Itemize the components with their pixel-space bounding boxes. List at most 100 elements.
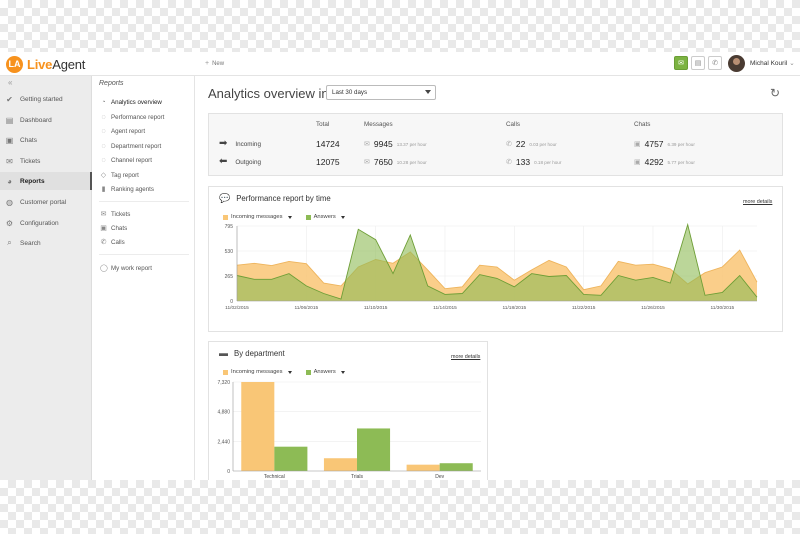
refresh-icon[interactable]: ↻ xyxy=(770,86,780,100)
subnav-item-my-work-report[interactable]: ◯ My work report xyxy=(100,264,152,273)
subnav-divider xyxy=(99,201,189,202)
pie-icon: ◔ xyxy=(101,99,106,106)
x-tick-label: 11/06/2015 xyxy=(295,305,319,311)
date-range-select[interactable]: Last 30 days xyxy=(326,85,436,100)
subnav-item-label: Department report xyxy=(111,143,162,150)
department-icon: ◌ xyxy=(101,143,106,150)
new-label: New xyxy=(212,60,225,67)
subnav-item-calls[interactable]: ✆ Calls xyxy=(100,238,125,247)
legend-incoming-label: Incoming messages xyxy=(231,369,283,375)
sidebar-item-label: Tickets xyxy=(20,157,41,165)
sidebar-item-label: Getting started xyxy=(20,95,63,103)
tag-icon: ◇ xyxy=(100,172,107,179)
y-tick-label: 0 xyxy=(227,469,230,475)
caret-icon xyxy=(340,370,345,374)
subnav-item-department-report[interactable]: ◌ Department report xyxy=(100,143,161,150)
incoming-row-label: ➡ Incoming xyxy=(219,139,261,149)
chat-icon: ▣ xyxy=(100,225,107,232)
y-tick-label: 795 xyxy=(225,224,234,230)
subnav-item-agent-report[interactable]: ◌ Agent report xyxy=(100,128,145,135)
phone-status-icon[interactable]: ✆ xyxy=(708,56,722,70)
department-title-text: By department xyxy=(234,348,285,358)
subnav-item-label: Chats xyxy=(111,224,128,232)
subnav-item-performance-report[interactable]: ◌ Performance report xyxy=(100,114,164,121)
subnav-item-label: Calls xyxy=(111,238,125,246)
sidebar-item-reports[interactable]: ◕ Reports xyxy=(0,172,92,190)
outgoing-calls: ✆ 133 0.18 per hour xyxy=(506,157,561,167)
subnav-item-label: Ranking agents xyxy=(111,185,154,193)
sidebar-item-configuration[interactable]: ⚙ Configuration xyxy=(0,214,92,232)
app-window: LA LiveAgent + New ✉ ▤ ✆ Michal Kouril ⌄ … xyxy=(0,52,800,480)
subnav-item-analytics-overview[interactable]: ◔ Analytics overview xyxy=(100,99,162,106)
x-tick-label: 11/22/2015 xyxy=(572,305,596,311)
incoming-chats-rate: 6.39 per hour xyxy=(667,141,695,147)
caret-icon xyxy=(287,215,292,219)
page-title: Analytics overview in xyxy=(208,86,329,101)
sidebar-item-chats[interactable]: ▣ Chats xyxy=(0,131,92,149)
sidebar-item-getting-started[interactable]: ✔ Getting started xyxy=(0,90,92,108)
mail-status-icon[interactable]: ✉ xyxy=(674,56,688,70)
main-content: Analytics overview in Last 30 days ↻ Tot… xyxy=(196,76,800,480)
subnav-item-ranking-agents[interactable]: ▮ Ranking agents xyxy=(100,185,154,194)
sidebar-item-label: Reports xyxy=(20,177,45,185)
sidebar-item-tickets[interactable]: ✉ Tickets xyxy=(0,152,92,170)
legend-swatch-answers xyxy=(305,369,311,375)
bar-technical-answers xyxy=(274,446,308,471)
message-icon: ✉ xyxy=(364,159,370,166)
legend-swatch-answers xyxy=(305,214,311,220)
logo[interactable]: LA LiveAgent xyxy=(6,55,85,73)
performance-panel: 💬 Performance report by time more details… xyxy=(208,186,783,332)
department-title: ▬ By department xyxy=(219,348,285,358)
chat-status-icon[interactable]: ▤ xyxy=(691,56,705,70)
subnav-item-label: Tag report xyxy=(111,171,139,179)
subnav-item-label: My work report xyxy=(111,264,152,272)
department-more-details-link[interactable]: more details xyxy=(451,354,480,360)
user-menu[interactable]: Michal Kouril ⌄ xyxy=(750,59,795,67)
subnav-item-chats[interactable]: ▣ Chats xyxy=(100,224,128,233)
total-header: Total xyxy=(316,121,330,128)
legend-answers[interactable]: Answers xyxy=(305,214,345,220)
avatar[interactable] xyxy=(728,55,745,72)
sidebar-item-search[interactable]: ⌕ Search xyxy=(0,234,92,252)
sidebar-item-label: Search xyxy=(20,239,41,247)
x-tick-label: Dev xyxy=(435,474,444,480)
performance-legend: Incoming messages Answers xyxy=(223,214,345,220)
subnav-item-tag-report[interactable]: ◇ Tag report xyxy=(100,171,139,180)
subnav-divider xyxy=(99,254,189,255)
new-button[interactable]: + New xyxy=(205,60,224,67)
outgoing-chats: ▣ 4292 5.77 per hour xyxy=(634,157,695,167)
main-sidebar: « ✔ Getting started ▤ Dashboard ▣ Chats ✉ Ti… xyxy=(0,76,92,480)
x-tick-label: 11/30/2015 xyxy=(711,305,735,311)
x-tick-label: 11/02/2015 xyxy=(225,305,249,311)
user-icon: ◯ xyxy=(100,265,108,272)
sidebar-item-dashboard[interactable]: ▤ Dashboard xyxy=(0,111,92,129)
gear-icon: ⚙ xyxy=(5,218,14,228)
incoming-chats: ▣ 4757 6.39 per hour xyxy=(634,139,695,149)
legend-answers[interactable]: Answers xyxy=(305,369,345,375)
legend-incoming[interactable]: Incoming messages xyxy=(223,369,292,375)
caret-icon xyxy=(287,370,292,374)
phone-icon: ✆ xyxy=(506,141,512,148)
sidebar-item-customer-portal[interactable]: ◍ Customer portal xyxy=(0,193,92,211)
y-tick-label: 0 xyxy=(230,299,233,305)
y-tick-label: 4,880 xyxy=(217,410,230,416)
subnav-item-channel-report[interactable]: ◌ Channel report xyxy=(100,157,152,164)
outgoing-messages-rate: 10.28 per hour xyxy=(396,159,427,165)
legend-incoming[interactable]: Incoming messages xyxy=(223,214,292,220)
subnav-item-tickets[interactable]: ✉ Tickets xyxy=(100,210,131,219)
subnav-title: Reports xyxy=(99,80,124,87)
legend-swatch-incoming xyxy=(223,214,228,220)
sidebar-item-label: Chats xyxy=(20,136,37,144)
department-panel: ▬ By department more details Incoming mes… xyxy=(208,341,488,480)
caret-icon xyxy=(340,215,345,219)
y-tick-label: 530 xyxy=(225,249,234,255)
date-range-value: Last 30 days xyxy=(332,89,368,96)
logo-brand-second: Agent xyxy=(52,56,86,72)
chat-icon: ▣ xyxy=(634,159,641,166)
chat-icon: ▣ xyxy=(5,135,14,145)
reports-icon: ◕ xyxy=(7,176,12,186)
performance-more-details-link[interactable]: more details xyxy=(743,199,772,205)
outgoing-row-label: ⬅ Outgoing xyxy=(219,157,261,167)
incoming-calls-rate: 0.03 per hour xyxy=(529,141,557,147)
collapse-sidebar-icon[interactable]: « xyxy=(8,78,12,87)
